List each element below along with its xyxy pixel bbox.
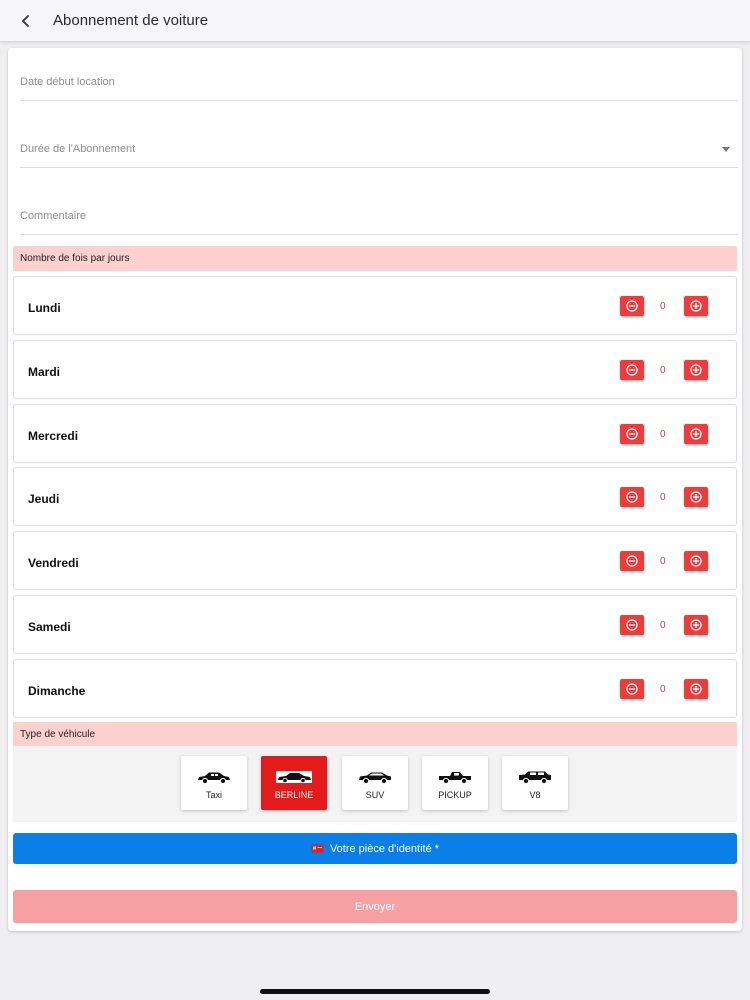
day-name: Lundi [28,301,61,315]
day-row-vendredi: Vendredi 0 [13,531,737,591]
send-button[interactable]: Envoyer [13,890,737,923]
dropdown-arrow-icon[interactable] [722,147,730,152]
suv-icon [359,772,391,784]
increment-button[interactable] [684,359,708,380]
day-name: Mercredi [28,428,79,443]
minus-circle-icon [626,427,638,440]
increment-button[interactable] [684,615,708,635]
day-row-lundi: Lundi 0 [13,276,737,335]
day-row-jeudi: Jeudi 0 [13,467,737,527]
minus-circle-icon [626,364,638,376]
vehicle-label: SUV [365,790,385,800]
id-document-label: Votre pièce d'identité * [329,842,440,855]
decrement-button[interactable] [620,615,644,635]
vehicle-option-suv[interactable]: SUV [342,756,408,810]
minus-circle-icon [626,491,638,504]
v8-icon [519,771,551,784]
duration-select[interactable]: Durée de l'Abonnement [20,118,738,168]
increment-button[interactable] [684,296,708,316]
vehicle-option-v8[interactable]: V8 [502,756,568,810]
day-name: Samedi [28,620,71,634]
vehicle-type-selector: Taxi BERLINE SUV PICKUP V8 [13,746,737,822]
increment-button[interactable] [684,678,708,699]
vehicle-option-taxi[interactable]: Taxi [181,756,247,810]
taxi-icon [198,772,230,784]
day-name: Mardi [28,364,61,379]
duration-label: Durée de l'Abonnement [20,143,136,155]
day-row-dimanche: Dimanche 0 [13,658,737,718]
decrement-button[interactable] [620,678,644,699]
start-date-label: Date début location [20,76,115,88]
plus-circle-icon [690,491,702,504]
minus-circle-icon [626,683,638,695]
decrement-button[interactable] [620,551,644,572]
pickup-icon [439,772,471,784]
day-count: 0 [660,620,666,631]
back-arrow-icon[interactable] [15,10,37,32]
decrement-button[interactable] [620,296,644,316]
day-row-mardi: Mardi 0 [13,339,737,399]
minus-circle-icon [626,619,638,631]
home-indicator [260,989,490,994]
plus-circle-icon [690,364,702,376]
increment-button[interactable] [684,487,708,508]
day-name: Jeudi [28,492,60,507]
minus-circle-icon [626,300,638,312]
plus-circle-icon [690,619,702,631]
vehicle-label: V8 [529,790,541,800]
minus-circle-icon [626,555,638,567]
decrement-button[interactable] [620,423,644,444]
vehicle-option-berline[interactable]: BERLINE [261,756,327,810]
plus-circle-icon [690,683,702,695]
times-per-day-header: Nombre de fois par jours [13,246,737,271]
day-count: 0 [660,556,666,568]
comment-field[interactable]: Commentaire [20,185,738,235]
day-count: 0 [660,492,666,504]
increment-button[interactable] [684,551,708,572]
day-name: Vendredi [28,556,79,571]
day-count: 0 [660,364,666,376]
decrement-button[interactable] [620,359,644,380]
increment-button[interactable] [684,423,708,444]
vehicle-label: PICKUP [438,790,472,800]
day-name: Dimanche [28,683,86,698]
day-count: 0 [660,301,666,312]
app-bar: Abonnement de voiture [0,0,750,42]
decrement-button[interactable] [620,487,644,508]
day-count: 0 [660,428,666,440]
plus-circle-icon [690,300,702,312]
vehicle-label: BERLINE [274,790,314,800]
plus-circle-icon [690,555,702,567]
id-card-icon [311,844,324,853]
sedan-icon [276,771,312,784]
comment-label: Commentaire [20,210,87,222]
vehicle-type-header: Type de véhicule [13,722,737,747]
vehicle-label: Taxi [205,790,222,800]
vehicle-option-pickup[interactable]: PICKUP [422,756,488,810]
page-title: Abonnement de voiture [53,12,209,29]
plus-circle-icon [690,427,702,440]
day-row-mercredi: Mercredi 0 [13,403,737,463]
start-date-field[interactable]: Date début location [20,48,738,101]
day-count: 0 [660,683,666,695]
id-document-upload-button[interactable]: Votre pièce d'identité * [13,833,737,864]
day-row-samedi: Samedi 0 [13,595,737,654]
subscription-form-card: Date début location Durée de l'Abonnemen… [8,48,742,931]
